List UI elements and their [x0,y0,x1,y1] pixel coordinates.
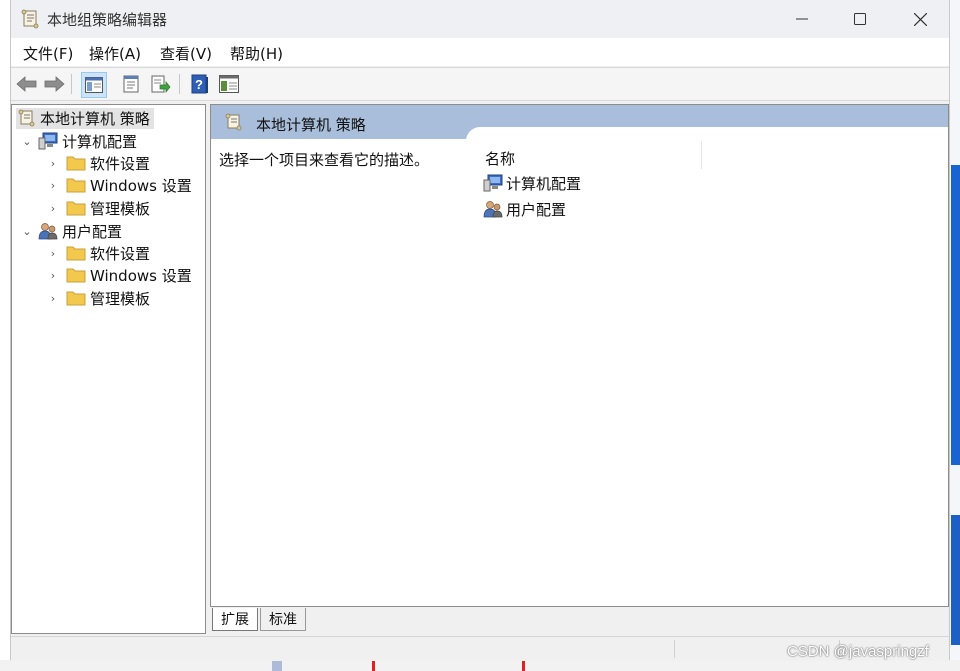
policy-scroll-icon [18,109,35,127]
chevron-down-icon[interactable]: ⌄ [20,135,34,148]
forward-button[interactable] [42,72,66,96]
folder-icon [66,291,86,306]
export-list-button[interactable] [149,72,173,96]
chevron-right-icon[interactable]: › [46,269,60,282]
title-bar[interactable]: 本地组策略编辑器 [11,0,949,38]
tree-item-windows-settings[interactable]: › Windows 设置 [46,264,192,286]
tree-item-label: 软件设置 [90,154,151,173]
tree-root-label: 本地计算机 策略 [40,109,150,128]
chevron-right-icon[interactable]: › [46,202,60,215]
toolbar: ? [11,67,949,101]
desktop-background-marker [522,660,525,671]
tree-item-windows-settings[interactable]: › Windows 设置 [46,174,192,196]
close-icon [913,12,927,26]
tree-item-label: 管理模板 [90,199,151,218]
users-icon [483,201,503,218]
policy-scroll-icon [21,9,39,29]
users-icon [38,223,58,240]
maximize-button[interactable] [831,0,889,38]
properties-button[interactable] [119,72,143,96]
desktop-background-marker [372,660,375,671]
list-item-user-config[interactable]: 用户配置 [483,198,566,220]
list-item-computer-config[interactable]: 计算机配置 [483,172,581,194]
show-hide-tree-icon [85,77,103,93]
properties-icon [123,75,139,93]
folder-icon [66,268,86,283]
column-divider[interactable] [701,141,702,169]
toolbar-separator [179,74,180,94]
folder-icon [66,201,86,216]
chevron-right-icon[interactable]: › [46,292,60,305]
extended-view-button[interactable] [217,72,241,96]
toolbar-separator [71,74,72,94]
details-pane: 本地计算机 策略 选择一个项目来查看它的描述。 名称 计算机配置 用户配置 [210,104,949,607]
help-button[interactable]: ? [188,72,212,96]
minimize-icon [796,18,808,20]
help-icon: ? [191,74,208,94]
list-item-label: 计算机配置 [506,174,582,193]
policy-scroll-icon [225,113,242,131]
watermark-text: CSDN @javaspringzf [787,643,929,660]
description-text: 选择一个项目来查看它的描述。 [219,151,430,169]
tree-item-admin-templates[interactable]: › 管理模板 [46,287,150,309]
desktop-background-blue [951,165,960,465]
tree-item-computer-config[interactable]: ⌄ 计算机配置 [20,130,137,152]
desktop-background-strip [272,660,282,671]
tree-item-software-settings[interactable]: › 软件设置 [46,242,150,264]
computer-icon [38,132,58,150]
menu-file[interactable]: 文件(F) [23,43,73,64]
back-arrow-icon [16,76,37,92]
tree-root[interactable]: 本地计算机 策略 [16,107,154,129]
svg-text:?: ? [195,77,203,92]
tree-item-label: 计算机配置 [62,132,138,151]
header-curve [466,127,948,141]
desktop-background-blue-lower [951,515,960,645]
group-policy-editor-window: 本地组策略编辑器 文件(F) 操作(A) 查看(V) 帮助(H) ? 本地计算机… [10,0,950,661]
tree-item-software-settings[interactable]: › 软件设置 [46,152,150,174]
status-bar-separator [674,640,675,658]
chevron-right-icon[interactable]: › [46,247,60,260]
maximize-icon [854,13,866,25]
menu-help[interactable]: 帮助(H) [230,43,283,64]
tree-item-label: 管理模板 [90,289,151,308]
tree-item-user-config[interactable]: ⌄ 用户配置 [20,220,122,242]
forward-arrow-icon [44,76,65,92]
folder-icon [66,246,86,261]
menu-view[interactable]: 查看(V) [160,43,212,64]
folder-icon [66,178,86,193]
tree-item-admin-templates[interactable]: › 管理模板 [46,197,150,219]
menu-action[interactable]: 操作(A) [89,43,141,64]
tab-standard[interactable]: 标准 [260,608,306,631]
tree-item-label: Windows 设置 [90,176,192,195]
folder-icon [66,156,86,171]
tab-extended[interactable]: 扩展 [212,608,258,631]
list-item-label: 用户配置 [506,200,567,219]
desktop-background-bottom [0,660,960,671]
export-list-icon [151,75,171,93]
details-header: 本地计算机 策略 [211,105,948,141]
minimize-button[interactable] [773,0,831,38]
column-header-name[interactable]: 名称 [485,148,515,169]
chevron-right-icon[interactable]: › [46,179,60,192]
tree-item-label: Windows 设置 [90,266,192,285]
console-tree: 本地计算机 策略 ⌄ 计算机配置 › 软件设置 › Windows 设置 › 管… [11,104,206,634]
tree-item-label: 用户配置 [62,222,123,241]
show-hide-tree-button[interactable] [81,72,107,98]
chevron-right-icon[interactable]: › [46,157,60,170]
window-title: 本地组策略编辑器 [47,11,168,29]
details-header-title: 本地计算机 策略 [256,116,366,134]
tree-item-label: 软件设置 [90,244,151,263]
close-button[interactable] [891,0,949,38]
chevron-down-icon[interactable]: ⌄ [20,225,34,238]
back-button[interactable] [15,72,39,96]
menu-bar: 文件(F) 操作(A) 查看(V) 帮助(H) [11,38,949,66]
extended-view-icon [219,75,239,93]
computer-icon [483,174,503,192]
